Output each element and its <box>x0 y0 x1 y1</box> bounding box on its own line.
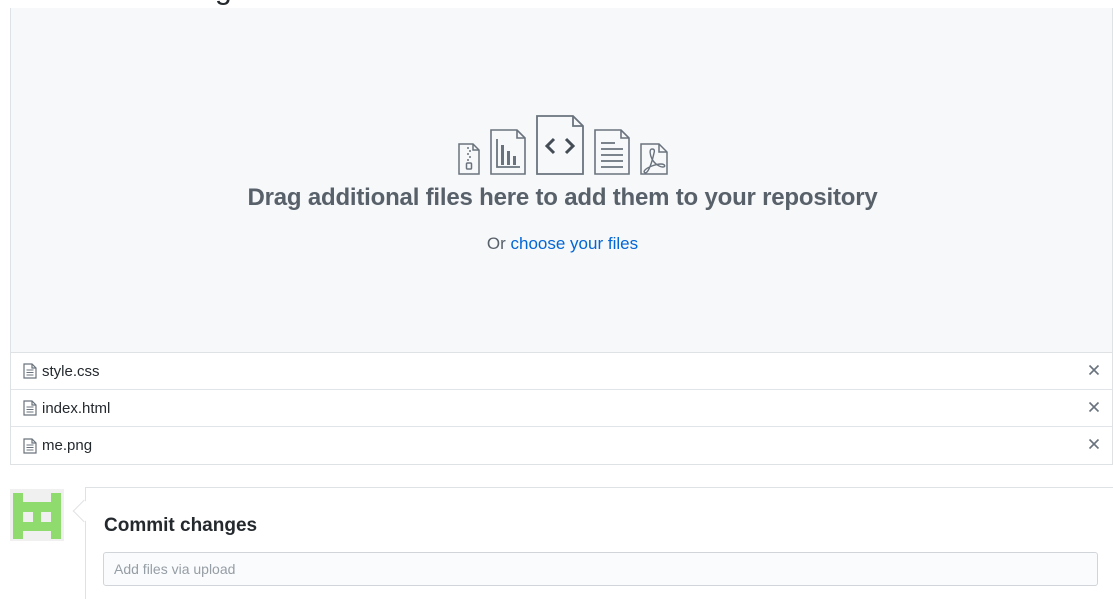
file-dropzone[interactable]: Drag additional files here to add them t… <box>10 8 1113 352</box>
dropzone-subtitle: Or choose your files <box>11 234 1113 254</box>
file-icon <box>23 437 37 454</box>
avatar <box>10 489 64 541</box>
zip-file-icon <box>458 143 480 175</box>
file-row: style.css <box>11 353 1112 390</box>
commit-panel: Commit changes <box>85 487 1113 599</box>
text-file-icon <box>594 129 630 175</box>
header-fragment: g <box>215 0 232 7</box>
file-type-icons <box>457 115 669 175</box>
file-name: style.css <box>42 362 100 380</box>
file-icon <box>23 400 37 416</box>
file-icon <box>23 363 37 379</box>
commit-message-input[interactable] <box>103 552 1098 586</box>
file-name: me.png <box>42 437 93 454</box>
remove-file-icon[interactable] <box>1086 399 1102 415</box>
commit-title: Commit changes <box>104 515 258 536</box>
graph-file-icon <box>490 129 526 175</box>
file-name: index.html <box>42 399 111 417</box>
file-row: index.html <box>11 390 1112 427</box>
file-row: me.png <box>11 427 1112 464</box>
dropzone-title: Drag additional files here to add them t… <box>247 184 878 211</box>
uploaded-file-list: style.css index.html me.png <box>10 352 1113 465</box>
remove-file-icon[interactable] <box>1086 436 1102 452</box>
pdf-file-icon <box>640 143 668 175</box>
remove-file-icon[interactable] <box>1086 362 1102 378</box>
choose-files-link[interactable]: choose your files <box>511 234 639 253</box>
header-clip: g <box>0 0 1113 8</box>
dropzone-prefix: Or <box>486 234 506 253</box>
code-file-icon <box>536 115 584 175</box>
